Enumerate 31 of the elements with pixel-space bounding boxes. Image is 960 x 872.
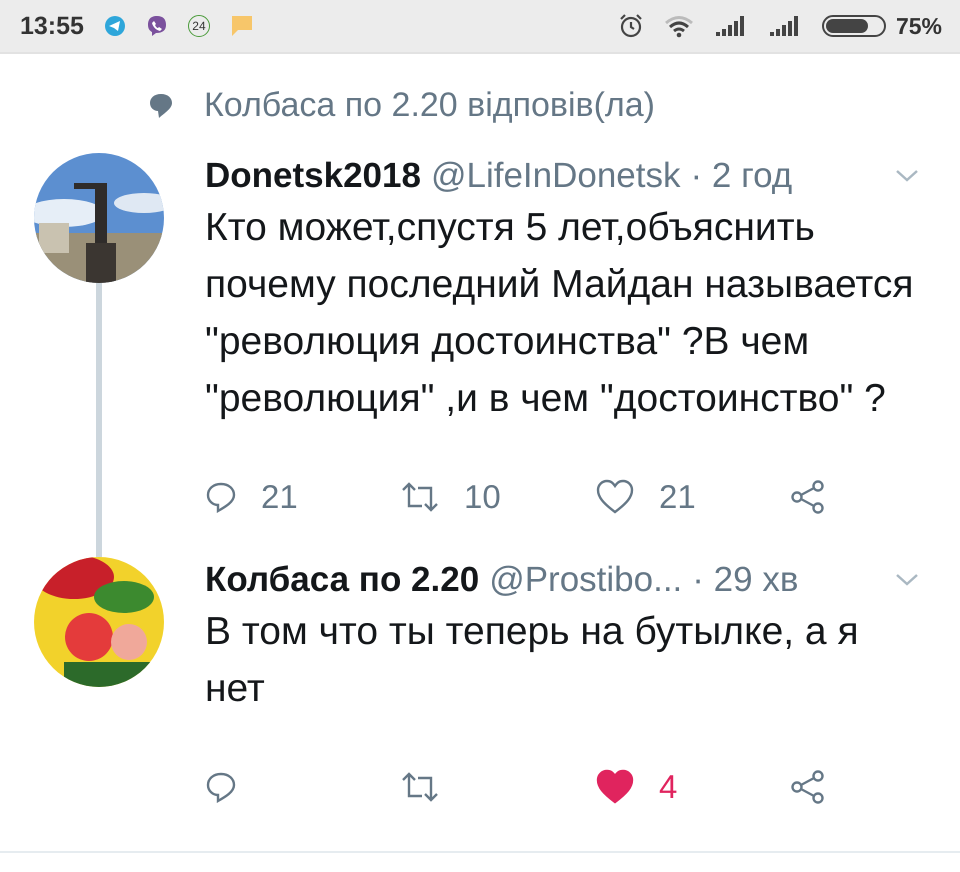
- wifi-icon: [664, 14, 694, 38]
- share-icon[interactable]: [790, 770, 826, 804]
- reply-count: 21: [261, 478, 298, 516]
- paper-plane-icon: [104, 15, 126, 37]
- retweet-icon[interactable]: [400, 772, 440, 802]
- reply-icon[interactable]: [205, 481, 237, 513]
- tweet-text: Кто может,спустя 5 лет,объяснить почему последний Майдан называется "революция достоинства" ?В чем "революция" ,и в чем "достоинство" ?: [205, 205, 914, 422]
- user-name[interactable]: Колбаса по 2.20: [205, 560, 480, 600]
- like-count: 4: [659, 768, 678, 806]
- clock-time: 13:55: [20, 12, 84, 40]
- like-count: 21: [659, 478, 696, 516]
- battery-icon: [822, 15, 886, 37]
- phone-bubble-icon: [146, 15, 168, 37]
- alarm-clock-icon: [618, 13, 644, 39]
- speech-bubble-icon: [148, 92, 174, 120]
- heart-icon[interactable]: [595, 479, 635, 515]
- retweet-count: 10: [464, 478, 501, 516]
- tweet-time: · 29 хв: [692, 560, 798, 600]
- notification-badge: 24: [188, 15, 210, 37]
- user-handle[interactable]: @LifeInDonetsk: [430, 156, 680, 196]
- reply-icon[interactable]: [205, 771, 237, 803]
- battery-percent: 75%: [896, 12, 942, 40]
- heart-icon[interactable]: [595, 769, 635, 805]
- user-name[interactable]: Donetsk2018: [205, 156, 421, 196]
- reply-context[interactable]: Колбаса по 2.20 відповів(ла): [204, 86, 655, 125]
- retweet-icon[interactable]: [400, 482, 440, 512]
- message-icon: [230, 14, 254, 38]
- tweet-time: · 2 год: [690, 156, 792, 196]
- user-handle[interactable]: @Prostibo...: [489, 560, 682, 600]
- share-icon[interactable]: [790, 480, 826, 514]
- tweet-text: В том что ты теперь на бутылке, а я нет: [205, 609, 860, 712]
